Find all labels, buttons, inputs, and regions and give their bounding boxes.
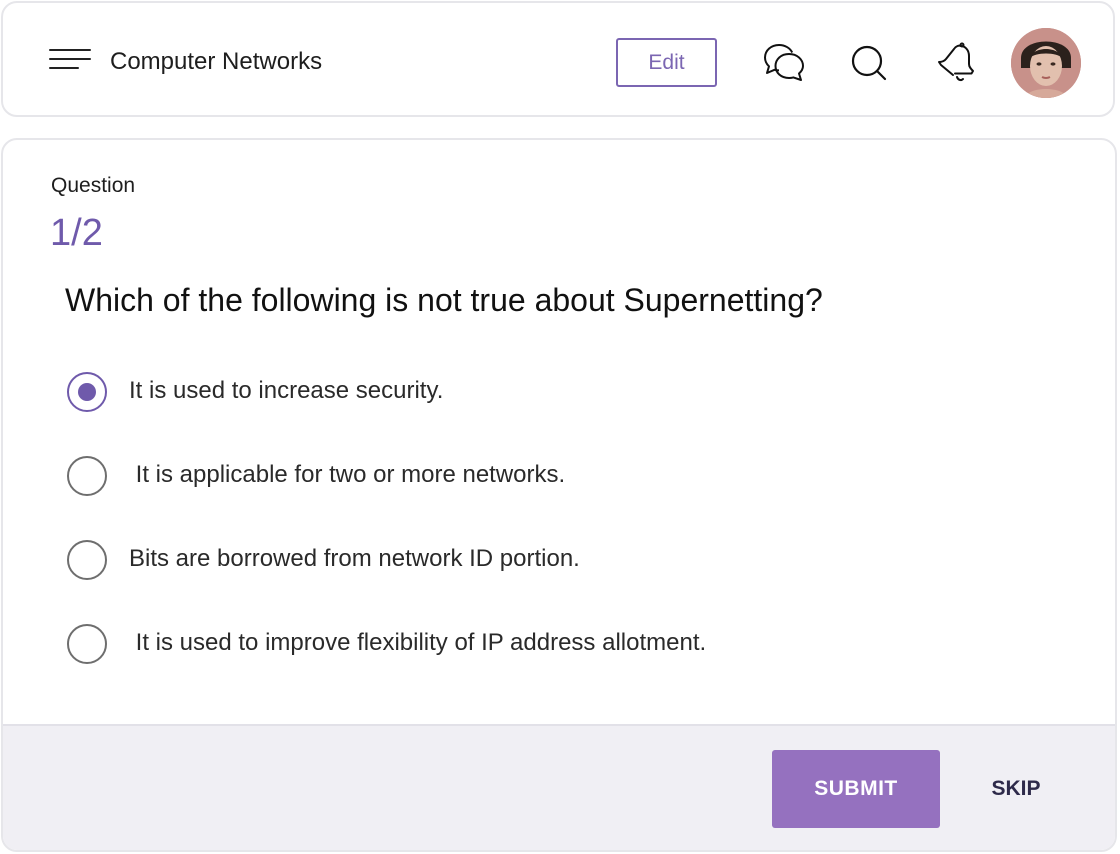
chat-icon[interactable] xyxy=(761,40,807,86)
search-icon[interactable] xyxy=(847,40,893,86)
submit-button[interactable]: SUBMIT xyxy=(772,750,940,828)
answer-option-1[interactable]: It is used to increase security. xyxy=(65,370,965,414)
answer-option-2[interactable]: It is applicable for two or more network… xyxy=(65,454,965,498)
radio-button[interactable] xyxy=(67,540,107,580)
edit-button[interactable]: Edit xyxy=(616,38,717,87)
bell-icon[interactable] xyxy=(935,40,981,86)
avatar[interactable] xyxy=(1011,28,1081,98)
answer-option-4[interactable]: It is used to improve flexibility of IP … xyxy=(65,622,965,666)
option-label: It is applicable for two or more network… xyxy=(129,461,566,488)
menu-icon[interactable] xyxy=(49,49,91,75)
answer-option-3[interactable]: Bits are borrowed from network ID portio… xyxy=(65,538,965,582)
question-card: Question 1/2 Which of the following is n… xyxy=(1,138,1117,852)
option-label: It is used to increase security. xyxy=(129,377,444,404)
question-text: Which of the following is not true about… xyxy=(65,282,823,318)
question-counter: 1/2 xyxy=(50,212,103,254)
top-bar: Computer Networks Edit xyxy=(1,1,1115,117)
action-footer: SUBMIT SKIP xyxy=(3,724,1115,850)
question-label: Question xyxy=(51,174,136,197)
radio-button[interactable] xyxy=(67,624,107,664)
option-label: Bits are borrowed from network ID portio… xyxy=(129,545,580,572)
radio-button[interactable] xyxy=(67,456,107,496)
skip-button[interactable]: SKIP xyxy=(979,750,1053,828)
app-title: Computer Networks xyxy=(110,48,323,75)
option-label: It is used to improve flexibility of IP … xyxy=(129,629,707,656)
radio-button-selected[interactable] xyxy=(67,372,107,412)
